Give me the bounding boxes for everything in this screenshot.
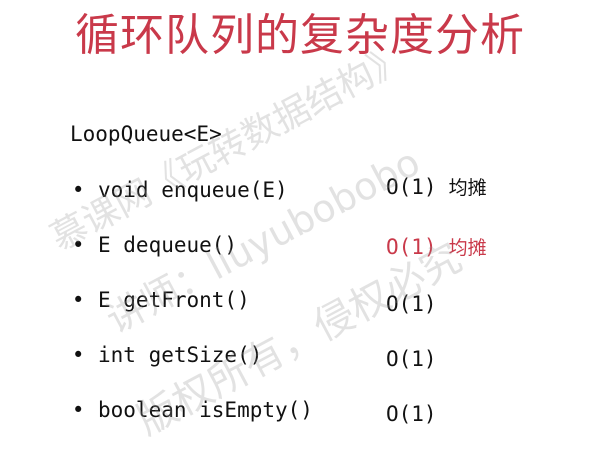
bullet: • — [72, 343, 85, 367]
method-complexity: O(1) — [386, 290, 437, 318]
slide-title: 循环队列的复杂度分析 — [75, 10, 525, 61]
complexity-note: 均摊 — [448, 177, 487, 199]
method-signature: boolean isEmpty() — [98, 398, 313, 422]
complexity-value: O(1) — [386, 292, 437, 316]
slide: 循环队列的复杂度分析 LoopQueue<E> • void enqueue(E… — [0, 0, 600, 454]
method-complexity: O(1) — [386, 345, 437, 373]
complexity-value: O(1) — [386, 347, 437, 371]
bullet: • — [72, 288, 85, 312]
bullet: • — [72, 233, 85, 257]
method-signature: int getSize() — [98, 343, 263, 367]
complexity-value: O(1) — [386, 402, 437, 426]
method-complexity: O(1) — [386, 400, 437, 428]
method-complexity-highlighted: O(1) 均摊 — [386, 233, 487, 262]
bullet: • — [72, 398, 85, 422]
class-name: LoopQueue<E> — [70, 122, 222, 146]
method-signature: E getFront() — [98, 288, 250, 312]
method-complexity: O(1) 均摊 — [386, 173, 487, 202]
complexity-note: 均摊 — [448, 237, 487, 259]
bullet: • — [72, 178, 85, 202]
complexity-value: O(1) — [386, 175, 437, 199]
method-signature: E dequeue() — [98, 233, 238, 257]
complexity-value: O(1) — [386, 235, 437, 259]
method-signature: void enqueue(E) — [98, 178, 288, 202]
